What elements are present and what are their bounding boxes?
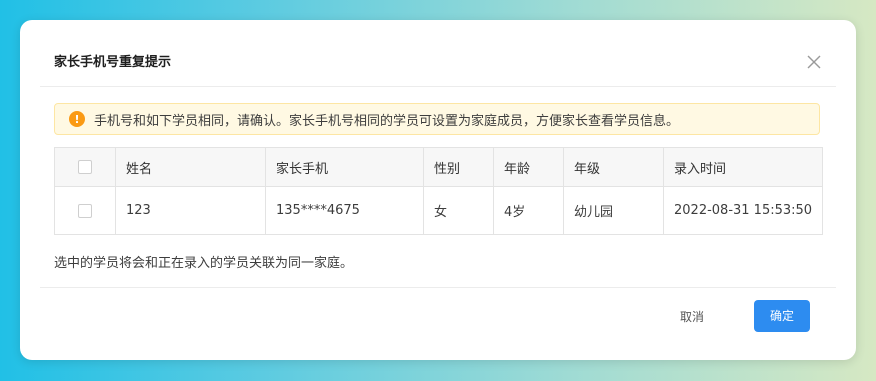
close-icon xyxy=(807,55,821,69)
header-divider xyxy=(40,86,836,87)
select-all-checkbox[interactable] xyxy=(78,160,92,174)
close-button[interactable] xyxy=(806,54,822,70)
header-gender: 性别 xyxy=(423,147,494,187)
header-age: 年龄 xyxy=(493,147,564,187)
warning-icon: ! xyxy=(69,111,85,127)
table-row: 123 135****4675 女 4岁 幼儿园 2022-08-31 15:5… xyxy=(54,186,823,235)
warning-alert: ! 手机号和如下学员相同，请确认。家长手机号相同的学员可设置为家庭成员，方便家长… xyxy=(54,103,820,135)
cell-parent-phone: 135****4675 xyxy=(265,186,424,235)
cell-name: 123 xyxy=(115,186,266,235)
header-entry-time: 录入时间 xyxy=(663,147,823,187)
footer-divider xyxy=(40,287,836,288)
header-grade: 年级 xyxy=(563,147,664,187)
student-table: 姓名 家长手机 性别 年龄 年级 录入时间 123 135****4675 女 … xyxy=(54,147,823,235)
cell-age: 4岁 xyxy=(493,186,564,235)
header-parent-phone: 家长手机 xyxy=(265,147,424,187)
table-header-row: 姓名 家长手机 性别 年龄 年级 录入时间 xyxy=(54,147,823,187)
alert-text: 手机号和如下学员相同，请确认。家长手机号相同的学员可设置为家庭成员，方便家长查看… xyxy=(94,113,680,129)
row-checkbox[interactable] xyxy=(78,203,92,218)
header-name: 姓名 xyxy=(115,147,266,187)
cell-gender: 女 xyxy=(423,186,494,235)
cell-entry-time: 2022-08-31 15:53:50 xyxy=(663,186,823,235)
family-link-note: 选中的学员将会和正在录入的学员关联为同一家庭。 xyxy=(54,256,354,271)
confirm-button[interactable]: 确定 xyxy=(754,300,810,332)
cancel-button[interactable]: 取消 xyxy=(672,301,712,333)
dialog-title: 家长手机号重复提示 xyxy=(54,55,172,70)
duplicate-phone-dialog: 家长手机号重复提示 ! 手机号和如下学员相同，请确认。家长手机号相同的学员可设置… xyxy=(20,20,856,360)
cell-grade: 幼儿园 xyxy=(563,186,664,235)
row-select-cell xyxy=(54,186,116,235)
select-all-cell xyxy=(54,147,116,187)
